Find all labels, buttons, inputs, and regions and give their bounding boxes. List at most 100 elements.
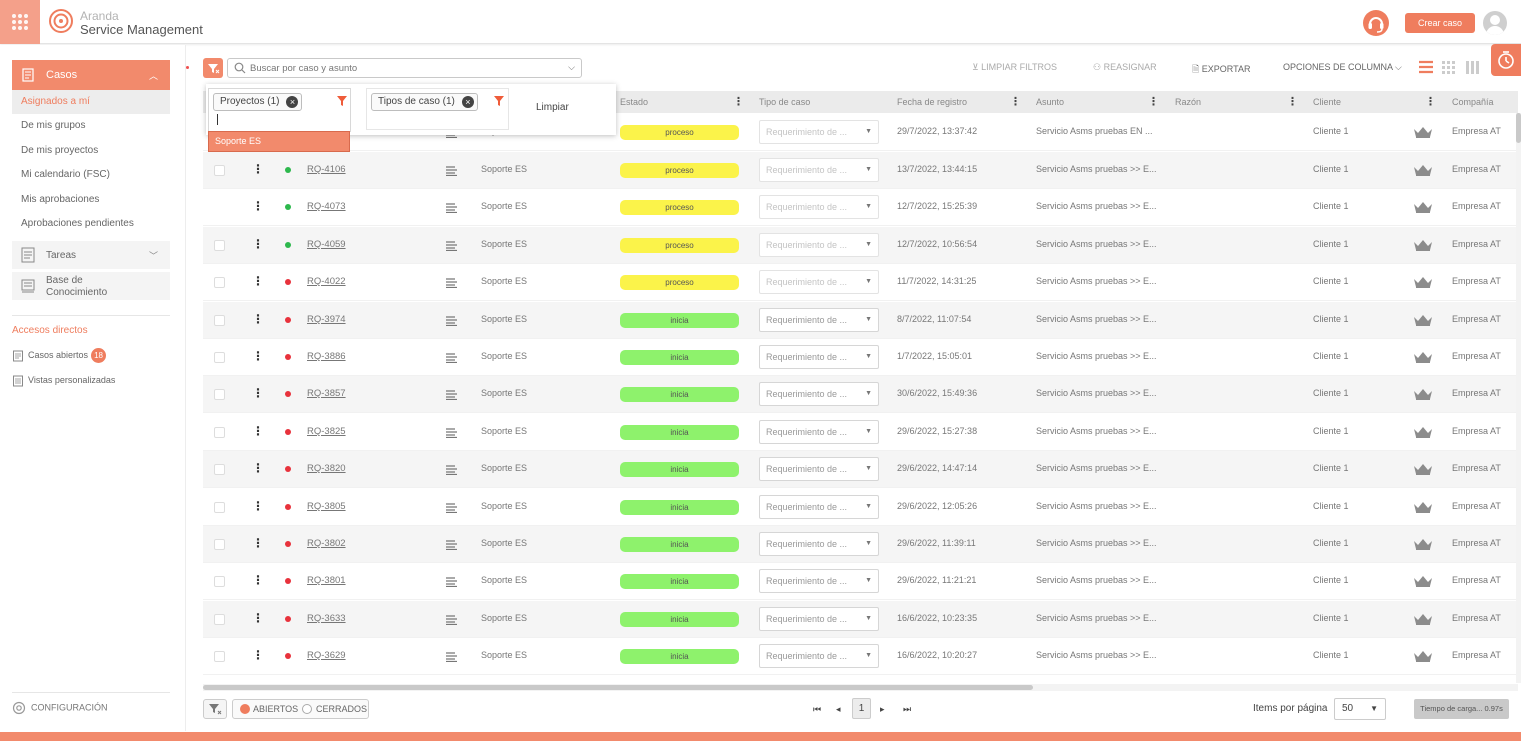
last-page-icon[interactable]: ⏭ (903, 704, 911, 715)
sidebar-item-tareas[interactable]: Tareas ﹀ (12, 241, 170, 269)
tipo-caso-select[interactable]: Requerimiento de ... ▼ (759, 345, 879, 369)
tipo-caso-select[interactable]: Requerimiento de ... ▼ (759, 607, 879, 631)
row-menu-icon[interactable]: ⋮ (252, 350, 264, 362)
proyectos-filter-box[interactable]: Proyectos (1) × (208, 88, 351, 132)
row-menu-icon[interactable]: ⋮ (252, 537, 264, 549)
column-menu-icon[interactable]: ⋮ (1287, 95, 1298, 108)
cerrados-label[interactable]: CERRADOS (316, 704, 367, 714)
abiertos-label[interactable]: ABIERTOS (253, 704, 298, 714)
tipo-caso-select[interactable]: Requerimiento de ... ▼ (759, 532, 879, 556)
table-row[interactable]: ⋮ RQ-3805 Soporte ES inicia Requerimiento de… (203, 489, 1518, 526)
case-id-link[interactable]: RQ-4022 (307, 276, 346, 287)
sidebar-item[interactable]: Mi calendario (FSC) (12, 163, 170, 187)
reasignar-button[interactable]: ⚇ REASIGNAR (1093, 62, 1157, 73)
tipo-caso-select[interactable]: Requerimiento de ... ▼ (759, 308, 879, 332)
row-menu-icon[interactable]: ⋮ (252, 275, 264, 287)
table-row[interactable]: ⋮ RQ-3886 Soporte ES inicia Requerimiento de… (203, 339, 1518, 376)
row-menu-icon[interactable]: ⋮ (252, 313, 264, 325)
prev-page-icon[interactable]: ◂ (836, 704, 841, 715)
table-row[interactable]: ⋮ RQ-4022 Soporte ES proceso Requerimiento d… (203, 264, 1518, 301)
tipo-caso-select[interactable]: Requerimiento de ... ▼ (759, 233, 879, 257)
column-header-estado[interactable]: Estado (620, 97, 648, 107)
row-checkbox[interactable] (214, 502, 225, 513)
sidebar-item[interactable]: Asignados a mí (12, 90, 170, 114)
column-menu-icon[interactable]: ⋮ (1148, 95, 1159, 108)
row-menu-icon[interactable]: ⋮ (252, 612, 264, 624)
column-header-compania[interactable]: Compañía (1452, 97, 1494, 107)
tipo-caso-select[interactable]: Requerimiento de ... ▼ (759, 120, 879, 144)
case-id-link[interactable]: RQ-3857 (307, 388, 346, 399)
tipo-caso-select[interactable]: Requerimiento de ... ▼ (759, 158, 879, 182)
tipo-caso-select[interactable]: Requerimiento de ... ▼ (759, 495, 879, 519)
column-view-icon[interactable] (1465, 60, 1481, 75)
row-menu-icon[interactable]: ⋮ (252, 163, 264, 175)
horizontal-scrollbar[interactable] (203, 684, 1518, 691)
list-view-icon[interactable] (1418, 60, 1434, 75)
vertical-scrollbar[interactable] (1516, 113, 1521, 683)
shortcut-casos-abiertos[interactable]: Casos abiertos 18 (12, 347, 107, 364)
tipo-caso-select[interactable]: Requerimiento de ... ▼ (759, 569, 879, 593)
case-id-link[interactable]: RQ-3820 (307, 463, 346, 474)
cerrados-radio[interactable] (302, 704, 312, 714)
table-row[interactable]: ⋮ RQ-3974 Soporte ES inicia Requerimiento de… (203, 302, 1518, 339)
row-menu-icon[interactable]: ⋮ (252, 462, 264, 474)
sidebar-item[interactable]: Aprobaciones pendientes (12, 212, 170, 236)
items-per-page-select[interactable]: 50 ▼ (1334, 698, 1386, 720)
row-checkbox[interactable] (214, 614, 225, 625)
tipo-caso-select[interactable]: Requerimiento de ... ▼ (759, 420, 879, 444)
filter-icon[interactable] (336, 95, 348, 107)
sidebar-item[interactable]: De mis grupos (12, 114, 170, 138)
sidebar-item[interactable]: Mis aprobaciones (12, 188, 170, 212)
tipos-chip[interactable]: Tipos de caso (1) × (371, 93, 478, 111)
column-header-tipo[interactable]: Tipo de caso (759, 97, 810, 107)
row-checkbox[interactable] (214, 427, 225, 438)
filter-toggle-button[interactable] (203, 58, 223, 78)
table-row[interactable]: ⋮ RQ-4106 Soporte ES proceso Requerimiento d… (203, 152, 1518, 189)
row-menu-icon[interactable]: ⋮ (252, 500, 264, 512)
limpiar-filtros-button[interactable]: ⊻ LIMPIAR FILTROS (972, 62, 1057, 73)
case-id-link[interactable]: RQ-3802 (307, 538, 346, 549)
table-row[interactable]: ⋮ RQ-3633 Soporte ES inicia Requerimiento de… (203, 601, 1518, 638)
row-checkbox[interactable] (214, 389, 225, 400)
search-input[interactable] (250, 60, 550, 76)
row-menu-icon[interactable]: ⋮ (252, 238, 264, 250)
suggestion-soporte-es[interactable]: Soporte ES (208, 131, 350, 152)
support-headset-icon[interactable] (1362, 9, 1390, 37)
tipo-caso-select[interactable]: Requerimiento de ... ▼ (759, 382, 879, 406)
table-row[interactable]: ⋮ RQ-3629 Soporte ES inicia Requerimiento de… (203, 638, 1518, 675)
case-id-link[interactable]: RQ-3629 (307, 650, 346, 661)
filter-icon[interactable] (493, 95, 505, 107)
proyectos-chip[interactable]: Proyectos (1) × (213, 93, 303, 111)
sidebar-casos-header[interactable]: Casos ︿ (12, 60, 170, 90)
configuracion-link[interactable]: CONFIGURACIÓN (12, 701, 108, 715)
table-row[interactable]: ⋮ RQ-3802 Soporte ES inicia Requerimiento de… (203, 526, 1518, 563)
case-id-link[interactable]: RQ-3886 (307, 351, 346, 362)
column-header-fecha[interactable]: Fecha de registro (897, 97, 967, 107)
row-checkbox[interactable] (214, 539, 225, 550)
tipo-caso-select[interactable]: Requerimiento de ... ▼ (759, 195, 879, 219)
row-menu-icon[interactable]: ⋮ (252, 574, 264, 586)
bottom-filter-button[interactable] (203, 699, 227, 719)
column-header-cliente[interactable]: Cliente (1313, 97, 1341, 107)
row-checkbox[interactable] (214, 576, 225, 587)
search-box[interactable]: ⌵ (227, 58, 582, 78)
abiertos-radio[interactable] (240, 704, 250, 714)
column-header-asunto[interactable]: Asunto (1036, 97, 1064, 107)
sidebar-item-base-conocimiento[interactable]: Base de Conocimiento (12, 272, 170, 300)
opciones-columna-button[interactable]: OPCIONES DE COLUMNA ⌵ (1283, 62, 1402, 73)
table-row[interactable]: ⋮ RQ-3857 Soporte ES inicia Requerimiento de… (203, 376, 1518, 413)
row-checkbox[interactable] (214, 352, 225, 363)
row-checkbox[interactable] (214, 165, 225, 176)
limpiar-button[interactable]: Limpiar (536, 102, 569, 113)
row-menu-icon[interactable]: ⋮ (252, 425, 264, 437)
user-avatar-icon[interactable] (1483, 11, 1507, 35)
column-menu-icon[interactable]: ⋮ (733, 95, 744, 108)
tipo-caso-select[interactable]: Requerimiento de ... ▼ (759, 457, 879, 481)
shortcut-vistas-personalizadas[interactable]: Vistas personalizadas (12, 372, 115, 388)
close-icon[interactable]: × (461, 96, 474, 108)
tipo-caso-select[interactable]: Requerimiento de ... ▼ (759, 270, 879, 294)
table-row[interactable]: ⋮ RQ-3801 Soporte ES inicia Requerimiento de… (203, 563, 1518, 600)
column-header-razon[interactable]: Razón (1175, 97, 1201, 107)
apps-menu-button[interactable] (0, 0, 40, 44)
table-row[interactable]: ⋮ RQ-3820 Soporte ES inicia Requerimiento de… (203, 451, 1518, 488)
